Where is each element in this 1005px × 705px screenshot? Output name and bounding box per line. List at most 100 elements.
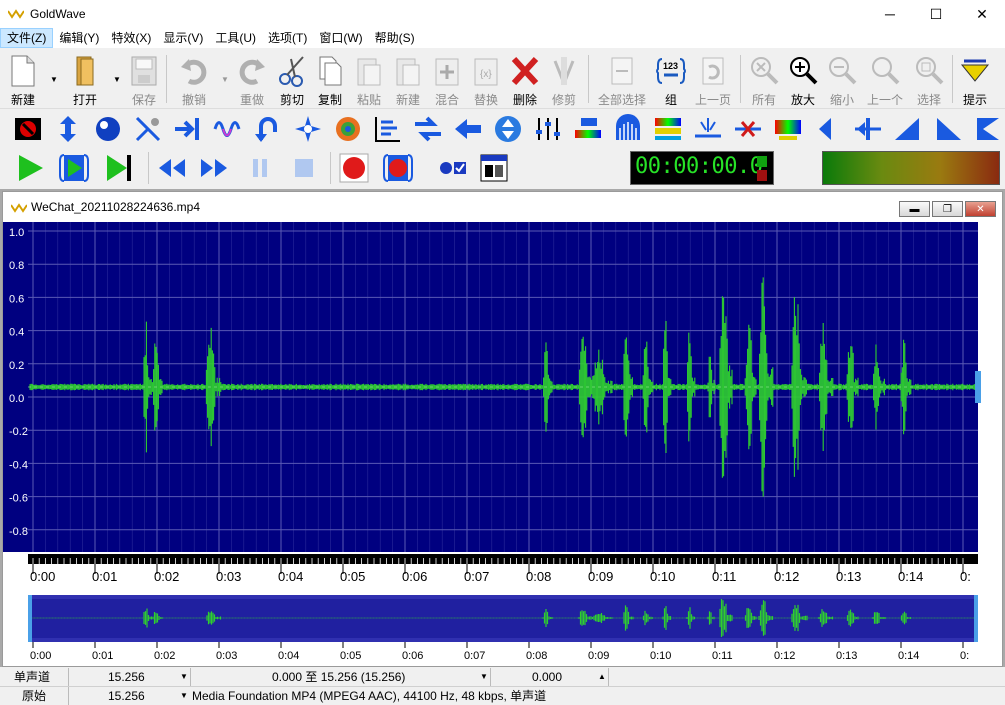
flanger-icon[interactable]	[332, 113, 364, 145]
play-selection-button[interactable]	[58, 152, 90, 184]
monitor-record-button[interactable]	[436, 152, 468, 184]
record-button[interactable]	[338, 152, 370, 184]
menu-view[interactable]: 显示(V)	[157, 28, 209, 48]
replace-icon: {x}	[472, 55, 500, 87]
channel-mixer-icon[interactable]	[132, 113, 164, 145]
menu-file[interactable]: 文件(Z)	[0, 28, 53, 48]
fade-out-icon[interactable]	[892, 113, 924, 145]
effects-toolbar	[0, 110, 1005, 148]
status-bar: 单声道 15.256 ▼ 0.000 至 15.256 (15.256) ▼ 0…	[0, 667, 1005, 704]
fade-in-icon[interactable]	[812, 113, 844, 145]
shape-volume-icon[interactable]	[972, 113, 1004, 145]
time-label: 0:08	[526, 569, 551, 584]
undo-button[interactable]: 撤销	[175, 51, 213, 107]
prev-page-button[interactable]: 上一页	[694, 51, 732, 107]
cue-points-icon[interactable]	[372, 113, 404, 145]
overview-time-label: 0:04	[278, 650, 299, 662]
control-properties-button[interactable]	[478, 152, 510, 184]
time-label: 0:12	[774, 569, 799, 584]
pan-icon[interactable]	[852, 113, 884, 145]
menu-help[interactable]: 帮助(S)	[369, 28, 421, 48]
overview-time-label: 0:00	[30, 650, 51, 662]
selection-range: 0.000 至 15.256 (15.256)	[272, 668, 405, 686]
group-button[interactable]: 123 组	[652, 51, 690, 107]
stop-button[interactable]	[288, 152, 320, 184]
select-all-button[interactable]: 全部选择	[603, 51, 641, 107]
open-dropdown-arrow-icon[interactable]: ▼	[113, 75, 121, 84]
resample-arrows-icon[interactable]	[412, 113, 444, 145]
new-button[interactable]: 新建	[4, 51, 42, 107]
stop-effect-icon[interactable]	[12, 113, 44, 145]
y-axis-label: -0.8	[9, 526, 28, 538]
undo-dropdown-arrow-icon[interactable]: ▼	[221, 75, 229, 84]
filter-spectrum-icon[interactable]	[572, 113, 604, 145]
menu-edit[interactable]: 编辑(Y)	[53, 28, 105, 48]
trim-button[interactable]: 修剪	[545, 51, 583, 107]
doppler-sphere-icon[interactable]	[92, 113, 124, 145]
play-to-end-button[interactable]	[102, 152, 134, 184]
pop-click-icon[interactable]	[692, 113, 724, 145]
echo-wave-icon[interactable]	[212, 113, 244, 145]
reverse-icon[interactable]	[252, 113, 284, 145]
status-row-edit: 单声道 15.256 ▼ 0.000 至 15.256 (15.256) ▼ 0…	[0, 668, 1005, 686]
menu-effects[interactable]: 特效(X)	[105, 28, 157, 48]
equalizer-sliders-icon[interactable]	[532, 113, 564, 145]
title-bar: GoldWave ─ ☐ ✕	[0, 0, 1005, 28]
child-minimize-button[interactable]: ▬	[899, 201, 930, 217]
time-label: 0:04	[278, 569, 303, 584]
child-restore-button[interactable]: ❐	[932, 201, 963, 217]
hint-button[interactable]: 提示	[956, 51, 994, 107]
fade-in-out-icon[interactable]	[932, 113, 964, 145]
record-selection-button[interactable]	[382, 152, 414, 184]
save-button[interactable]: 保存	[125, 51, 163, 107]
open-button[interactable]: 打开	[66, 51, 104, 107]
new-dropdown-arrow-icon[interactable]: ▼	[50, 75, 58, 84]
offset-left-arrow-icon[interactable]	[452, 113, 484, 145]
waveform-display[interactable]: 1.0 0.8 0.6 0.4 0.2 0.0 -0.2 -0.4 -0.6 -0.8 0:00 0:…	[3, 222, 1002, 666]
selection-dropdown-arrow-icon[interactable]: ▼	[480, 668, 488, 686]
overview-time-label: 0:08	[526, 650, 547, 662]
spectrum-bars-icon[interactable]	[612, 113, 644, 145]
child-close-button[interactable]: ✕	[965, 201, 996, 217]
menu-window[interactable]: 窗口(W)	[313, 28, 368, 48]
spectrum-filter-icon[interactable]	[772, 113, 804, 145]
menu-tools[interactable]: 工具(U)	[209, 28, 262, 48]
zoom-prev-button[interactable]: 上一个	[866, 51, 904, 107]
time-label: 0:10	[650, 569, 675, 584]
stretch-vertical-icon[interactable]	[52, 113, 84, 145]
redo-button[interactable]: 重做	[233, 51, 271, 107]
document-title: WeChat_20211028224636.mp4	[31, 200, 200, 214]
time-ruler-bar	[28, 554, 978, 564]
zoom-out-button[interactable]: 缩小	[823, 51, 861, 107]
pause-button[interactable]	[244, 152, 276, 184]
cursor-position: 0.000	[532, 668, 562, 686]
y-axis-label: -0.4	[9, 459, 28, 471]
position-up-arrow-icon[interactable]: ▲	[598, 668, 606, 686]
close-button[interactable]: ✕	[959, 0, 1005, 28]
play-button[interactable]	[14, 152, 46, 184]
zoom-select-button[interactable]: 选择	[910, 51, 948, 107]
rewind-button[interactable]	[156, 152, 188, 184]
silence-reduction-icon[interactable]	[732, 113, 764, 145]
mix-icon	[433, 55, 461, 87]
overview-time-label: 0:01	[92, 650, 113, 662]
compressor-icon[interactable]	[172, 113, 204, 145]
eq-star-icon[interactable]	[292, 113, 324, 145]
save-icon	[130, 55, 158, 87]
overview-time-label: 0:09	[588, 650, 609, 662]
fast-forward-button[interactable]	[198, 152, 230, 184]
minimize-button[interactable]: ─	[867, 0, 913, 28]
menu-options[interactable]: 选项(T)	[262, 28, 313, 48]
y-axis-label: 0.6	[9, 293, 24, 305]
overview-time-label: 0:03	[216, 650, 237, 662]
original-dropdown-arrow-icon[interactable]: ▼	[180, 687, 188, 705]
status-row-format: 原始 15.256 ▼ Media Foundation MP4 (MPEG4 …	[0, 686, 1005, 704]
noise-reduction-icon[interactable]	[652, 113, 684, 145]
sound-window: WeChat_20211028224636.mp4 ▬ ❐ ✕ 1.0 0.8 0.…	[2, 191, 1003, 667]
original-length: 15.256	[108, 687, 145, 705]
app-title: GoldWave	[30, 7, 86, 21]
overview-time-label: 0:10	[650, 650, 671, 662]
length-dropdown-arrow-icon[interactable]: ▼	[180, 668, 188, 686]
volume-shape-icon[interactable]	[492, 113, 524, 145]
maximize-button[interactable]: ☐	[913, 0, 959, 28]
